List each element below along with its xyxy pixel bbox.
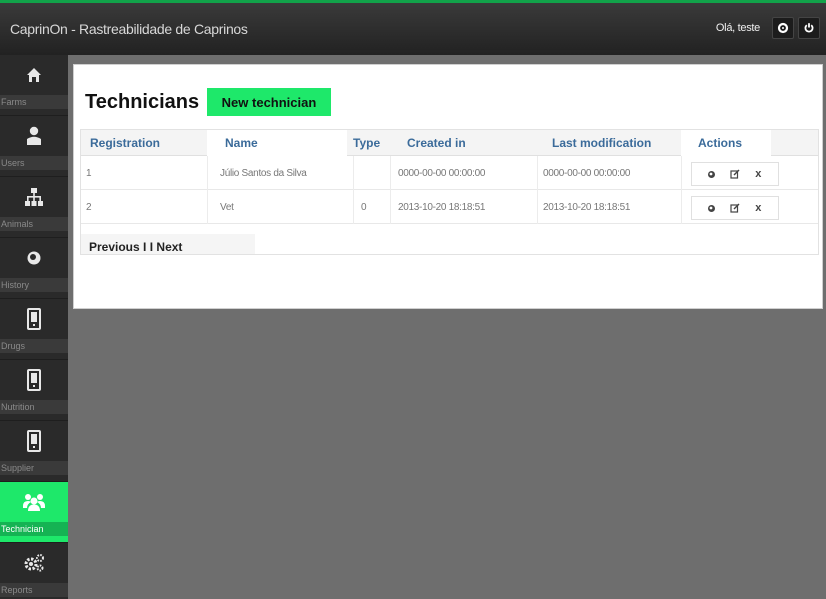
cell-modified: 0000-00-00 00:00:00 [543,167,631,179]
cell-created: 0000-00-00 00:00:00 [398,167,486,179]
cell-registration: 1 [86,167,92,179]
sidebar-item-farms[interactable]: Farms [0,55,68,116]
delete-button[interactable]: x [749,199,767,217]
app-title: CaprinOn - Rastreabilidade de Caprinos [10,21,248,37]
sidebar-item-label: Reports [0,583,68,597]
column-divider [390,156,391,224]
header-registration[interactable]: Registration [90,130,160,156]
eye-icon [0,246,68,270]
view-icon [708,170,716,178]
cell-registration: 2 [86,201,92,213]
table-row: 1 Júlio Santos da Silva 0000-00-00 00:00… [81,156,818,190]
column-divider [681,156,682,224]
cogs-icon [0,551,68,575]
device-icon [0,429,68,453]
sidebar-item-drugs[interactable]: Drugs [0,299,68,360]
delete-icon: x [755,202,762,214]
user-greeting: Olá, teste [715,22,760,34]
next-link[interactable]: Next [156,240,182,254]
sidebar-item-label: Users [0,156,68,170]
header-created[interactable]: Created in [407,130,466,156]
device-icon [0,368,68,392]
table-row: 2 Vet 0 2013-10-20 18:18:51 2013-10-20 1… [81,190,818,224]
edit-button[interactable] [726,199,744,217]
sidebar-item-label: Technician [0,522,68,536]
group-icon [0,490,68,514]
main-panel: Technicians New technician Registration … [73,64,823,309]
sidebar-item-animals[interactable]: Animals [0,177,68,238]
row-actions: x [691,162,779,186]
row-actions: x [691,196,779,220]
new-technician-button[interactable]: New technician [207,88,331,116]
view-button[interactable] [703,199,721,217]
header-type[interactable]: Type [353,130,380,156]
cell-modified: 2013-10-20 18:18:51 [543,201,631,213]
sidebar-item-label: Farms [0,95,68,109]
header-modified[interactable]: Last modification [552,130,651,156]
gear-icon [777,22,789,34]
sidebar-item-reports[interactable]: Reports [0,543,68,599]
user-icon [0,124,68,148]
sidebar-item-users[interactable]: Users [0,116,68,177]
sidebar: Farms Users Animals History Drugs Nutrit… [0,55,68,599]
cell-name: Júlio Santos da Silva [220,167,307,179]
column-divider [207,156,208,224]
sidebar-item-technician[interactable]: Technician [0,482,68,543]
sidebar-item-supplier[interactable]: Supplier [0,421,68,482]
cell-created: 2013-10-20 18:18:51 [398,201,486,213]
sidebar-item-label: History [0,278,68,292]
page-title: Technicians [85,91,200,113]
table-header: Registration Name Type Created in Last m… [81,130,818,156]
top-bar: CaprinOn - Rastreabilidade de Caprinos O… [0,3,826,55]
pager-separator: I I [143,240,154,254]
home-icon [0,63,68,87]
sitemap-icon [0,185,68,209]
view-icon [708,204,716,212]
header-actions: Actions [681,130,771,156]
settings-button[interactable] [772,17,794,39]
delete-icon: x [755,168,762,180]
sidebar-item-label: Drugs [0,339,68,353]
technicians-table: Registration Name Type Created in Last m… [80,129,819,255]
sidebar-item-label: Nutrition [0,400,68,414]
previous-link[interactable]: Previous [89,240,140,254]
sidebar-item-label: Supplier [0,461,68,475]
cell-type: 0 [361,201,367,213]
delete-button[interactable]: x [749,165,767,183]
column-divider [537,156,538,224]
view-button[interactable] [703,165,721,183]
pagination: Previous I I Next [89,240,182,254]
sidebar-item-history[interactable]: History [0,238,68,299]
sidebar-item-nutrition[interactable]: Nutrition [0,360,68,421]
sidebar-item-label: Animals [0,217,68,231]
device-icon [0,307,68,331]
power-button[interactable] [798,17,820,39]
power-icon [804,23,814,33]
cell-name: Vet [220,201,234,213]
column-divider [353,156,354,224]
edit-icon [730,169,740,179]
topbar-actions: Olá, teste [716,17,820,39]
edit-icon [730,203,740,213]
header-name[interactable]: Name [207,130,347,156]
edit-button[interactable] [726,165,744,183]
